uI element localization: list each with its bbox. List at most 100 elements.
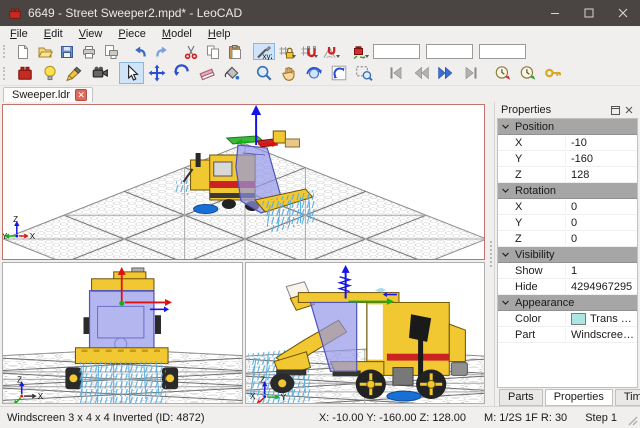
rotate-view-button[interactable] (301, 62, 326, 84)
property-value[interactable]: 0 (571, 233, 577, 245)
maximize-button[interactable] (572, 0, 606, 26)
undo-button[interactable] (129, 43, 151, 60)
last-step-button[interactable] (458, 62, 483, 84)
print-button[interactable] (78, 43, 100, 60)
property-value[interactable]: 4294967295 (571, 281, 632, 293)
menu-view[interactable]: View (71, 27, 111, 41)
transform-y-input[interactable] (426, 44, 473, 59)
tab-close-icon[interactable]: ✕ (75, 89, 87, 101)
menu-edit[interactable]: Edit (36, 27, 71, 41)
previous-step-button[interactable] (408, 62, 433, 84)
pan-tool-button[interactable] (276, 62, 301, 84)
redo-button[interactable] (151, 43, 173, 60)
svg-text:X: X (250, 392, 256, 401)
toolbar-grip[interactable] (3, 67, 8, 80)
last-step-icon (462, 64, 480, 82)
paste-button[interactable] (224, 43, 246, 60)
transform-z-input[interactable] (479, 44, 526, 59)
snap-move-button[interactable] (297, 43, 319, 60)
lock-axes-button[interactable] (275, 43, 297, 60)
roll-tool-button[interactable] (326, 62, 351, 84)
first-step-button[interactable] (383, 62, 408, 84)
relative-transform-button[interactable]: xyz (253, 43, 275, 60)
dock-tab-properties[interactable]: Properties (545, 389, 613, 406)
print-preview-button[interactable] (100, 43, 122, 60)
save-button[interactable] (56, 43, 78, 60)
menu-help[interactable]: Help (200, 27, 239, 41)
property-row[interactable]: Hide4294967295 (498, 279, 637, 295)
titlebar[interactable]: 6649 - Street Sweeper2.mpd* - LeoCAD (0, 0, 640, 26)
section-title: Rotation (515, 185, 556, 197)
insert-piece-button[interactable] (12, 62, 37, 84)
property-row[interactable]: Y0 (498, 215, 637, 231)
close-button[interactable] (606, 0, 640, 26)
rotate-arrow-icon (173, 64, 191, 82)
property-row-color[interactable]: ColorTrans Light Blue (498, 311, 637, 327)
properties-panel-header[interactable]: Properties (495, 102, 640, 118)
rotate-tool-button[interactable] (169, 62, 194, 84)
property-row[interactable]: X-10 (498, 135, 637, 151)
panel-float-icon[interactable] (608, 104, 622, 116)
next-step-button[interactable] (433, 62, 458, 84)
snap-rotate-button[interactable] (319, 43, 341, 60)
property-row[interactable]: X0 (498, 199, 637, 215)
viewport-front[interactable]: Z X (2, 262, 243, 404)
dock-tabbar: Parts Properties Timeline (495, 388, 640, 406)
lock-keys-button[interactable] (540, 62, 565, 84)
dropdown-caret (365, 55, 369, 58)
panel-splitter[interactable] (487, 102, 494, 406)
property-value[interactable]: Trans Light Blue (590, 313, 637, 325)
viewport-main-scene[interactable]: Z Y X (3, 105, 484, 259)
time-backward-button[interactable] (490, 62, 515, 84)
resize-grip[interactable] (626, 414, 638, 426)
copy-button[interactable] (202, 43, 224, 60)
property-row[interactable]: Z128 (498, 167, 637, 183)
time-forward-button[interactable] (515, 62, 540, 84)
menu-model[interactable]: Model (154, 27, 200, 41)
section-header-visibility[interactable]: Visibility (498, 247, 637, 263)
property-value[interactable]: -10 (571, 137, 587, 149)
new-file-button[interactable] (12, 43, 34, 60)
toolbar-grip[interactable] (3, 45, 8, 58)
camera-button[interactable] (87, 62, 112, 84)
property-value[interactable]: Windscreen 3 x 4 x 4 Inverted (571, 329, 637, 341)
property-row[interactable]: Show1 (498, 263, 637, 279)
panel-close-icon[interactable] (622, 104, 636, 116)
zoom-region-button[interactable] (351, 62, 376, 84)
move-tool-button[interactable] (144, 62, 169, 84)
menu-piece[interactable]: Piece (110, 27, 154, 41)
section-header-position[interactable]: Position (498, 119, 637, 135)
light-button[interactable] (37, 62, 62, 84)
section-header-appearance[interactable]: Appearance (498, 295, 637, 311)
property-row[interactable]: Y-160 (498, 151, 637, 167)
viewport-front-scene[interactable]: Z X (3, 263, 242, 403)
property-value[interactable]: 0 (571, 201, 577, 213)
sweeper-model-front[interactable] (65, 267, 178, 403)
property-row[interactable]: Z0 (498, 231, 637, 247)
roll-icon (330, 64, 348, 82)
property-value[interactable]: 1 (571, 265, 577, 277)
delete-tool-button[interactable] (194, 62, 219, 84)
dock-tab-timeline[interactable]: Timeline (615, 389, 640, 406)
zoom-tool-button[interactable] (251, 62, 276, 84)
menu-file[interactable]: File (2, 27, 36, 41)
cut-button[interactable] (180, 43, 202, 60)
paint-tool-button[interactable] (219, 62, 244, 84)
property-value[interactable]: 128 (571, 169, 589, 181)
open-file-button[interactable] (34, 43, 56, 60)
dock-tab-parts[interactable]: Parts (499, 389, 543, 406)
transform-x-input[interactable] (373, 44, 420, 59)
sweeper-model-side[interactable] (248, 265, 467, 403)
select-tool-button[interactable] (119, 62, 144, 84)
viewport-side[interactable]: Z Y X (245, 262, 486, 404)
section-header-rotation[interactable]: Rotation (498, 183, 637, 199)
minimize-button[interactable] (538, 0, 572, 26)
property-value[interactable]: -160 (571, 153, 593, 165)
spotlight-button[interactable] (62, 62, 87, 84)
property-value[interactable]: 0 (571, 217, 577, 229)
viewport-side-scene[interactable]: Z Y X (246, 263, 485, 403)
transform-button[interactable] (348, 43, 370, 60)
property-row-part[interactable]: PartWindscreen 3 x 4 x 4 Inverted (498, 327, 637, 343)
viewport-main[interactable]: Z Y X (2, 104, 485, 260)
tab-sweeper-ldr[interactable]: Sweeper.ldr ✕ (3, 87, 93, 102)
